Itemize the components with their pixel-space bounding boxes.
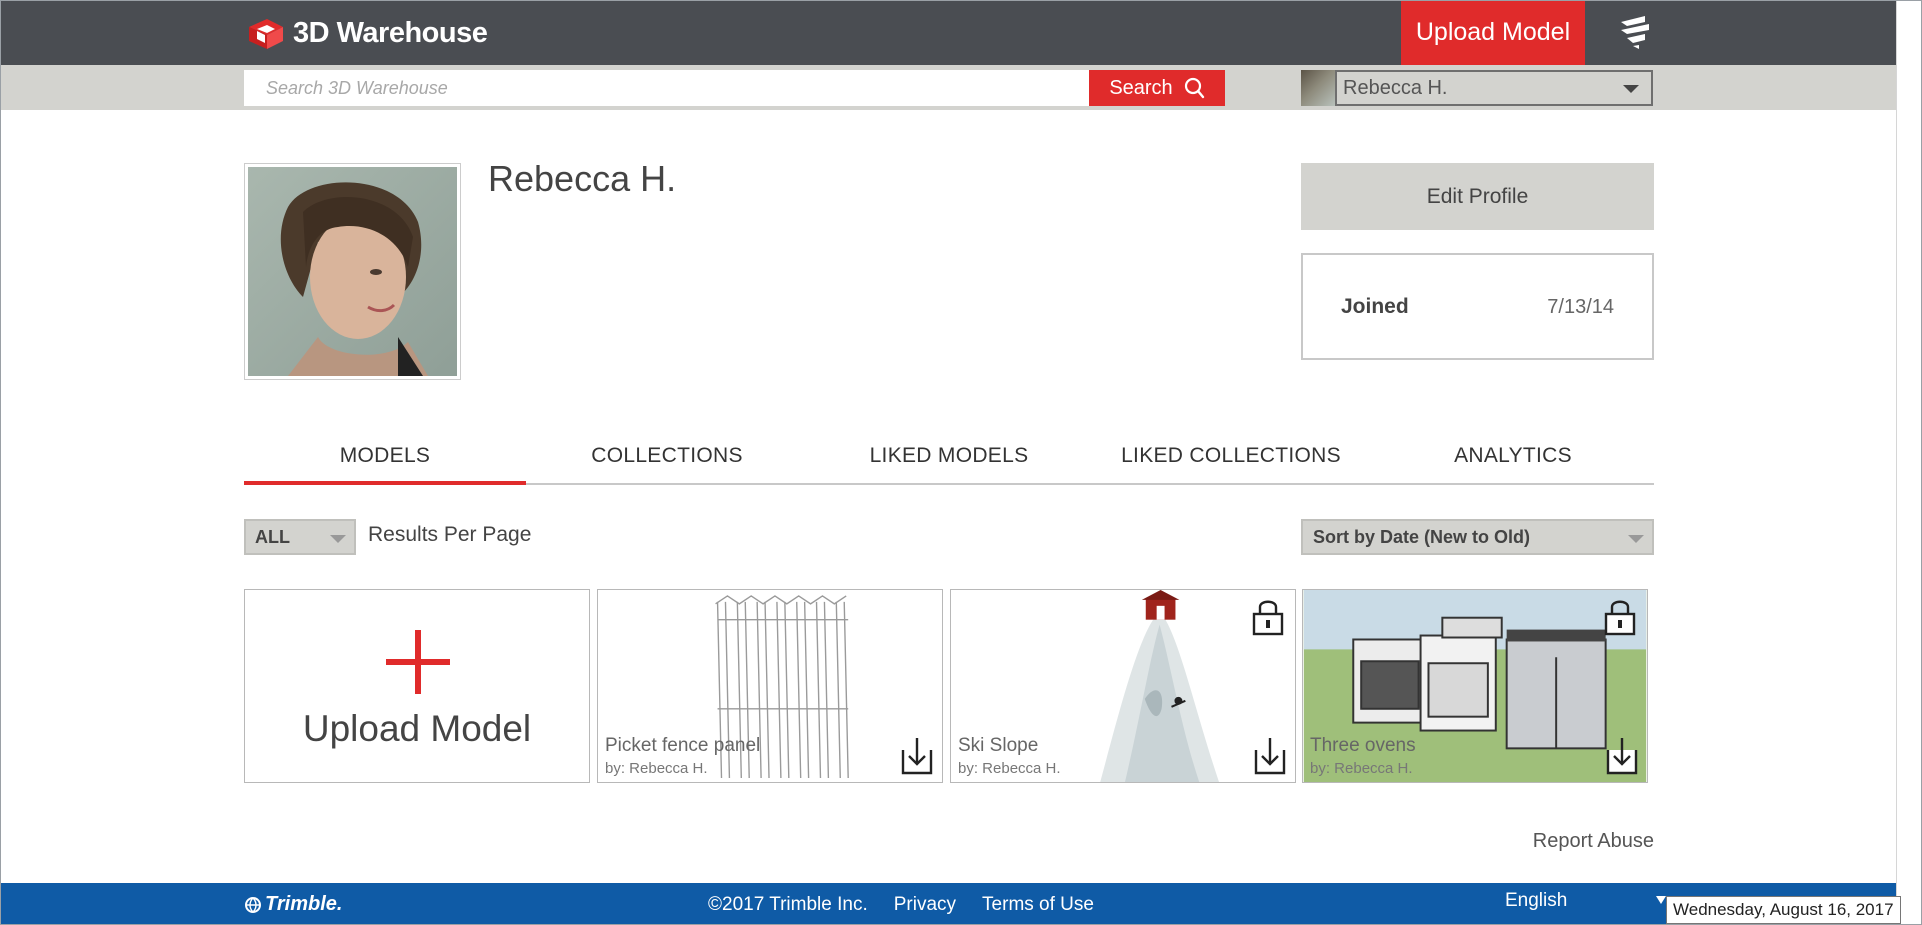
tab-models[interactable]: MODELS [244, 430, 526, 485]
joined-date: 7/13/14 [1547, 296, 1614, 318]
download-icon[interactable] [900, 736, 934, 776]
sort-value: Sort by Date (New to Old) [1313, 526, 1531, 547]
user-menu-name: Rebecca H. [1343, 76, 1448, 99]
sort-select[interactable]: Sort by Date (New to Old) [1301, 519, 1654, 555]
copyright: ©2017 Trimble Inc. [708, 894, 868, 915]
upload-model-button[interactable]: Upload Model [1401, 0, 1585, 65]
search-button-label: Search [1109, 76, 1173, 99]
profile-portrait-image [248, 167, 457, 376]
results-per-page-label: Results Per Page [368, 523, 532, 546]
chevron-down-icon [1628, 535, 1644, 543]
search-bar: Search Rebecca H. [0, 65, 1896, 110]
chevron-down-icon[interactable] [1656, 896, 1666, 904]
search-icon [1184, 77, 1204, 99]
trimble-brand: Trimble. [265, 893, 343, 915]
profile-photo [244, 163, 461, 380]
tab-collections[interactable]: COLLECTIONS [526, 430, 808, 483]
brand-name: 3D Warehouse [293, 16, 488, 49]
search-input[interactable] [244, 70, 1089, 106]
chevron-down-icon [1623, 85, 1639, 93]
download-icon[interactable] [1605, 736, 1639, 776]
model-title: Ski Slope [958, 735, 1039, 756]
trimble-logo[interactable]: Trimble. [244, 893, 342, 916]
model-author: by: Rebecca H. [958, 760, 1061, 777]
upload-model-card-label: Upload Model [302, 708, 532, 749]
edit-profile-button[interactable]: Edit Profile [1301, 163, 1654, 230]
footer: Trimble. ©2017 Trimble Inc. Privacy Term… [0, 883, 1896, 925]
joined-info-box: Joined 7/13/14 [1301, 253, 1654, 360]
model-card[interactable]: Three ovens by: Rebecca H. [1302, 589, 1648, 783]
privacy-link[interactable]: Privacy [894, 894, 956, 916]
results-per-page-value: ALL [255, 526, 290, 547]
model-author: by: Rebecca H. [605, 760, 708, 777]
warehouse-logo-icon [249, 19, 283, 49]
brand-logo[interactable]: 3D Warehouse [245, 14, 488, 52]
model-title: Picket fence panel [605, 735, 761, 756]
trimble-globe-icon [245, 896, 261, 913]
tab-analytics[interactable]: ANALYTICS [1372, 430, 1654, 483]
user-avatar[interactable] [1301, 70, 1335, 106]
search-button[interactable]: Search [1089, 70, 1225, 106]
download-icon[interactable] [1253, 736, 1287, 776]
upload-model-card[interactable]: Upload Model [244, 589, 590, 783]
plus-icon [386, 630, 450, 694]
lock-icon [1252, 600, 1284, 636]
joined-label: Joined [1341, 295, 1409, 318]
top-bar: 3D Warehouse Upload Model [0, 0, 1896, 65]
footer-links: ©2017 Trimble Inc. Privacy Terms of Use [708, 894, 1094, 916]
tab-liked-collections[interactable]: LIKED COLLECTIONS [1090, 430, 1372, 483]
window-scroll-gutter [1896, 0, 1922, 925]
lock-icon [1604, 600, 1636, 636]
model-card[interactable]: Ski Slope by: Rebecca H. [950, 589, 1296, 783]
model-author: by: Rebecca H. [1310, 760, 1413, 777]
results-per-page-select[interactable]: ALL [244, 519, 356, 555]
language-select[interactable]: English [1505, 890, 1567, 912]
report-abuse-link[interactable]: Report Abuse [1533, 830, 1654, 853]
sketchup-icon[interactable] [1615, 12, 1655, 52]
user-menu-dropdown[interactable]: Rebecca H. [1335, 70, 1653, 106]
chevron-down-icon [330, 535, 346, 543]
terms-link[interactable]: Terms of Use [982, 894, 1094, 916]
profile-name: Rebecca H. [488, 158, 677, 199]
model-title: Three ovens [1310, 735, 1416, 756]
profile-tabs: MODELS COLLECTIONS LIKED MODELS LIKED CO… [244, 430, 1654, 485]
model-card[interactable]: Picket fence panel by: Rebecca H. [597, 589, 943, 783]
tab-liked-models[interactable]: LIKED MODELS [808, 430, 1090, 483]
date-tooltip: Wednesday, August 16, 2017 [1666, 896, 1901, 924]
